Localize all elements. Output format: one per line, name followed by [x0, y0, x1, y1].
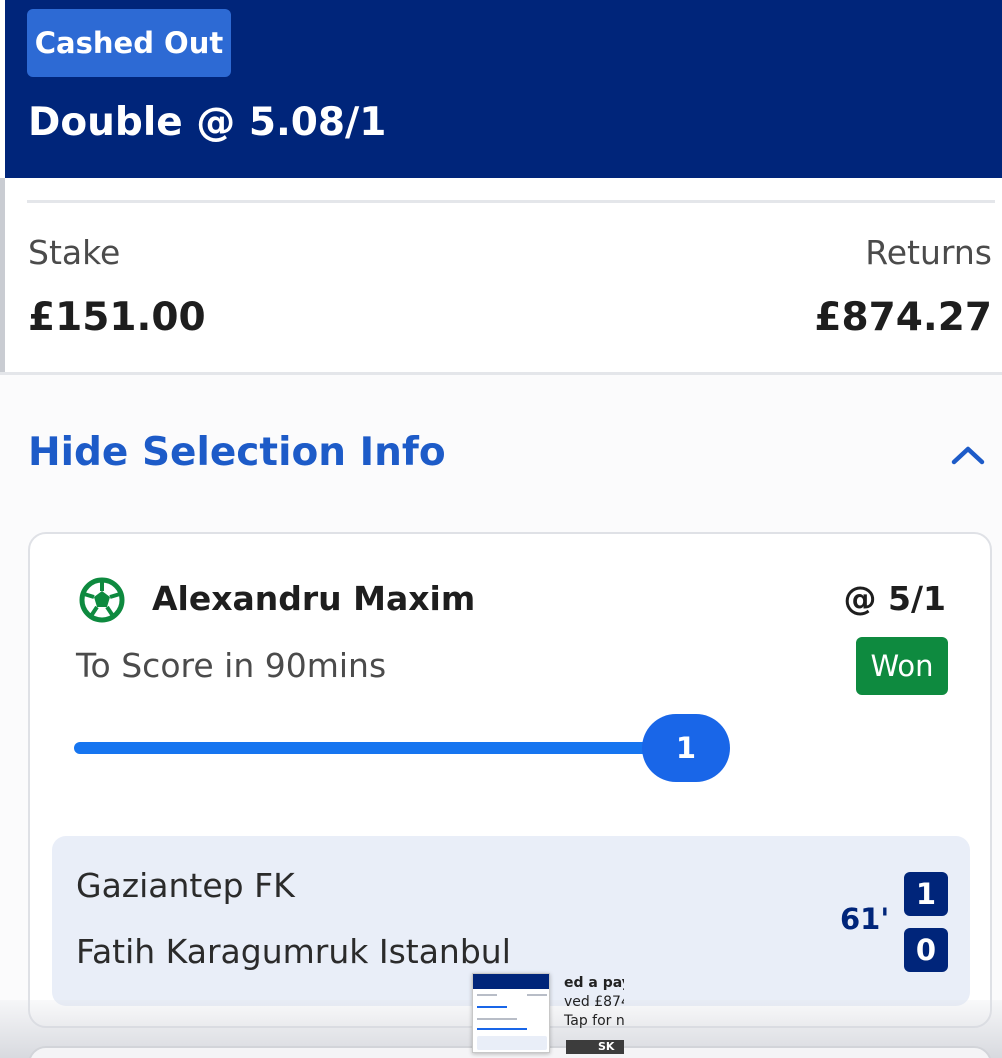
- stake-value: £151.00: [28, 295, 206, 340]
- football-icon: [79, 577, 125, 623]
- selection-market: To Score in 90mins: [76, 646, 387, 685]
- selection-odds: @ 5/1: [843, 579, 946, 618]
- home-team-name: Gaziantep FK: [76, 866, 295, 905]
- thumbnail-header: [473, 974, 549, 989]
- thumbnail-line: [477, 994, 497, 996]
- cashed-out-badge: Cashed Out: [27, 9, 231, 77]
- selection-name: Alexandru Maxim: [152, 579, 476, 618]
- progress-marker: 1: [642, 714, 730, 782]
- notification-line: ved £874: [564, 994, 624, 1010]
- divider: [27, 200, 995, 203]
- progress-bar: [74, 742, 674, 754]
- notification-line: Tap for n: [564, 1013, 624, 1029]
- stake-label: Stake: [28, 233, 121, 272]
- match-clock: 61': [840, 902, 890, 936]
- brand-logo-fragment: SK: [566, 1040, 624, 1054]
- hide-selection-info-link[interactable]: Hide Selection Info: [28, 430, 446, 475]
- home-score: 1: [904, 872, 948, 916]
- bet-title: Double @ 5.08/1: [28, 100, 387, 145]
- returns-value: £874.27: [814, 295, 992, 340]
- selection-card: Alexandru Maxim @ 5/1 To Score in 90mins…: [28, 532, 992, 1028]
- chevron-up-icon[interactable]: [948, 440, 988, 470]
- left-edge-strip: [0, 178, 5, 373]
- thumbnail-line: [477, 1006, 507, 1008]
- notification-banner[interactable]: ed a pay ved £874 Tap for n SK: [552, 974, 624, 1054]
- returns-label: Returns: [865, 233, 992, 272]
- away-score: 0: [904, 928, 948, 972]
- thumbnail-line: [477, 1018, 517, 1020]
- screenshot-thumbnail[interactable]: [472, 973, 550, 1053]
- notification-line: ed a pay: [564, 975, 624, 991]
- away-team-name: Fatih Karagumruk Istanbul: [76, 932, 511, 971]
- thumbnail-line: [477, 1028, 527, 1030]
- won-badge: Won: [856, 637, 948, 695]
- thumbnail-box: [477, 1036, 547, 1050]
- thumbnail-line: [527, 994, 547, 996]
